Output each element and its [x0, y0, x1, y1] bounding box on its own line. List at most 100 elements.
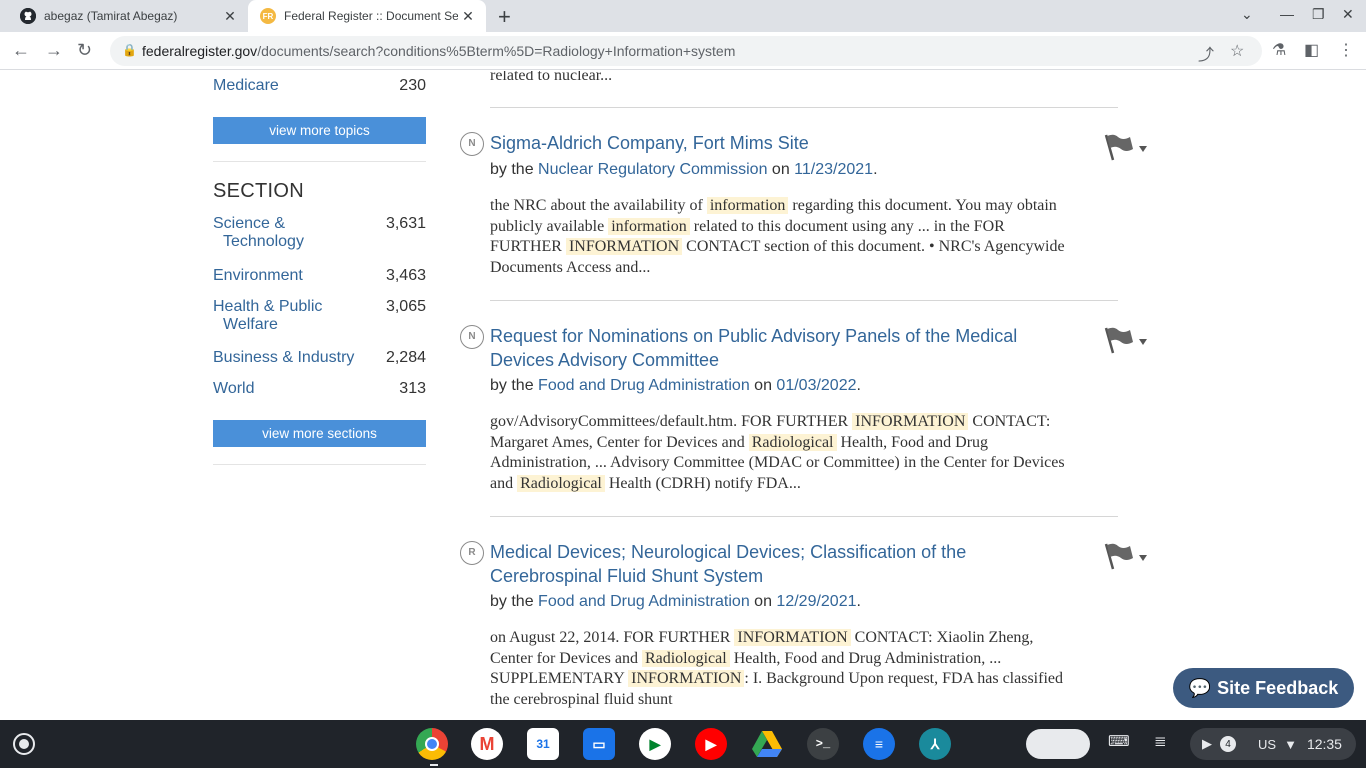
section-label[interactable]: World	[213, 380, 426, 398]
federal-register-icon: FR	[260, 8, 276, 24]
tab-federal-register[interactable]: FR Federal Register :: Document Search ✕	[248, 0, 486, 32]
url-text[interactable]: federalregister.gov/documents/search?con…	[142, 43, 735, 59]
side-panel-icon[interactable]: ◧	[1304, 40, 1319, 60]
date-link[interactable]: 11/23/2021	[794, 161, 873, 178]
result-divider	[490, 300, 1118, 301]
status-tray[interactable]: ▶ 4 US ▼ 12:35	[1190, 728, 1356, 760]
address-bar[interactable]: 🔒 federalregister.gov/documents/search?c…	[110, 36, 1262, 66]
section-item-health-public-welfare[interactable]: Health & Public Welfare 3,065	[213, 298, 426, 334]
search-term-highlight: INFORMATION	[734, 629, 851, 646]
section-item-science-technology[interactable]: Science & Technology 3,631	[213, 215, 426, 251]
divider	[213, 464, 426, 465]
site-feedback-button[interactable]: 💬 Site Feedback	[1173, 668, 1354, 708]
share-icon[interactable]: ⤴	[1198, 41, 1214, 65]
snippet-line: publicly available information related t…	[490, 217, 1005, 235]
close-tab-icon[interactable]: ✕	[458, 8, 478, 25]
section-count: 3,065	[385, 298, 426, 315]
back-icon[interactable]: ←	[12, 40, 30, 61]
drive-icon[interactable]	[751, 728, 783, 760]
labs-flask-icon[interactable]: ⚗	[1272, 40, 1286, 60]
section-item-business-industry[interactable]: Business & Industry 2,284	[213, 349, 426, 367]
calendar-icon[interactable]: 31	[527, 728, 559, 760]
result-title-link[interactable]: Medical Devices; Neurological Devices; C…	[490, 541, 1050, 588]
search-term-highlight: INFORMATION	[565, 238, 683, 256]
page-content: Medicare 230 view more topics SECTION Sc…	[0, 71, 1366, 720]
bookmark-star-icon[interactable]: ☆	[1230, 41, 1244, 61]
menu-kebab-icon[interactable]: ⋮	[1338, 40, 1354, 60]
flag-dropdown-icon[interactable]	[1102, 542, 1150, 572]
search-term-highlight: INFORMATION	[852, 413, 969, 430]
close-tab-icon[interactable]: ✕	[220, 8, 240, 25]
result-title-link[interactable]: Request for Nominations on Public Adviso…	[490, 325, 1050, 372]
meet-icon[interactable]: ▶	[639, 728, 671, 760]
result-snippet: on August 22, 2014. FOR FURTHER INFORMAT…	[490, 628, 1118, 711]
tab-search-icon[interactable]: ⌄	[1241, 6, 1253, 23]
launcher-icon[interactable]	[13, 733, 35, 755]
reload-icon[interactable]: ↻	[77, 40, 92, 61]
section-item-environment[interactable]: Environment 3,463	[213, 267, 426, 285]
result-byline: by the Food and Drug Administration on 0…	[490, 377, 861, 394]
view-more-sections-button[interactable]: view more sections	[213, 420, 426, 447]
topic-item-medicare[interactable]: Medicare 230	[213, 77, 426, 95]
result-title-link[interactable]: Sigma-Aldrich Company, Fort Mims Site	[490, 132, 1050, 156]
section-item-world[interactable]: World 313	[213, 380, 426, 398]
agency-link[interactable]: Food and Drug Administration	[538, 593, 750, 610]
search-term-highlight: Radiological	[748, 433, 837, 451]
keyboard-icon[interactable]: ⌨	[1108, 732, 1130, 750]
restore-icon[interactable]: ❐	[1312, 6, 1325, 23]
view-more-topics-button[interactable]: view more topics	[213, 117, 426, 144]
search-term-highlight: Radiological	[641, 649, 730, 667]
section-label-cont[interactable]: Welfare	[213, 316, 426, 334]
snippet-line: and Radiological Health (CDRH) notify FD…	[490, 475, 801, 493]
previous-result-snippet-tail: related to nuclear...	[490, 71, 613, 84]
search-term-highlight: INFORMATION	[628, 670, 745, 688]
close-window-icon[interactable]: ✕	[1342, 6, 1354, 23]
divider	[213, 161, 426, 162]
snippet-line: Documents Access and...	[490, 259, 651, 277]
date-link[interactable]: 12/29/2021	[776, 593, 856, 610]
agency-link[interactable]: Nuclear Regulatory Commission	[538, 161, 767, 178]
media-queue-icon[interactable]: ≣	[1154, 732, 1167, 750]
topic-label[interactable]: Medicare	[213, 77, 279, 94]
chat-bubble-icon: 💬	[1188, 677, 1212, 698]
files-icon[interactable]: ▭	[583, 728, 615, 760]
new-tab-button[interactable]: +	[498, 4, 511, 30]
section-count: 313	[399, 380, 426, 397]
acrobat-icon[interactable]: ⅄	[919, 728, 951, 760]
forward-icon[interactable]: →	[45, 40, 63, 61]
flag-dropdown-icon[interactable]	[1102, 133, 1150, 163]
tote-thumbnail[interactable]	[1026, 729, 1090, 759]
snippet-line: on August 22, 2014. FOR FURTHER INFORMAT…	[490, 629, 1034, 646]
terminal-icon[interactable]: >_	[807, 728, 839, 760]
messages-icon[interactable]: ≡	[863, 728, 895, 760]
chrome-icon[interactable]	[416, 728, 448, 760]
notification-badge: 4	[1220, 736, 1236, 752]
section-count: 2,284	[385, 349, 426, 366]
result-divider	[490, 516, 1118, 517]
section-count: 3,631	[385, 215, 426, 232]
minimize-icon[interactable]: —	[1280, 6, 1294, 22]
active-app-indicator	[430, 764, 438, 766]
snippet-line: Center for Devices and Radiological Heal…	[490, 649, 1002, 667]
youtube-icon[interactable]: ▶	[695, 728, 727, 760]
result-byline: by the Food and Drug Administration on 1…	[490, 593, 861, 610]
tab-title: Federal Register :: Document Search	[284, 9, 458, 23]
github-icon	[20, 8, 36, 24]
tab-github[interactable]: abegaz (Tamirat Abegaz) ✕	[8, 0, 248, 32]
os-shelf: M 31 ▭ ▶ ▶ >_ ≡ ⅄ ⌨ ≣ ▶ 4 US ▼ 12:35	[0, 720, 1366, 768]
result-byline: by the Nuclear Regulatory Commission on …	[490, 161, 878, 178]
lock-icon: 🔒	[122, 43, 137, 57]
date-link[interactable]: 01/03/2022	[776, 377, 856, 394]
site-feedback-label: Site Feedback	[1217, 677, 1339, 698]
flag-dropdown-icon[interactable]	[1102, 326, 1150, 356]
section-label-cont[interactable]: Technology	[213, 233, 426, 251]
notice-type-badge: N	[460, 325, 484, 349]
cast-icon: ▶	[1202, 736, 1212, 751]
result-divider	[490, 107, 1118, 108]
snippet-line: gov/AdvisoryCommittees/default.htm. FOR …	[490, 413, 1051, 430]
gmail-icon[interactable]: M	[471, 728, 503, 760]
search-term-highlight: information	[706, 197, 789, 214]
search-term-highlight: Radiological	[517, 475, 605, 493]
agency-link[interactable]: Food and Drug Administration	[538, 377, 750, 394]
snippet-line: Administration, ... Advisory Committee (…	[490, 454, 1065, 472]
